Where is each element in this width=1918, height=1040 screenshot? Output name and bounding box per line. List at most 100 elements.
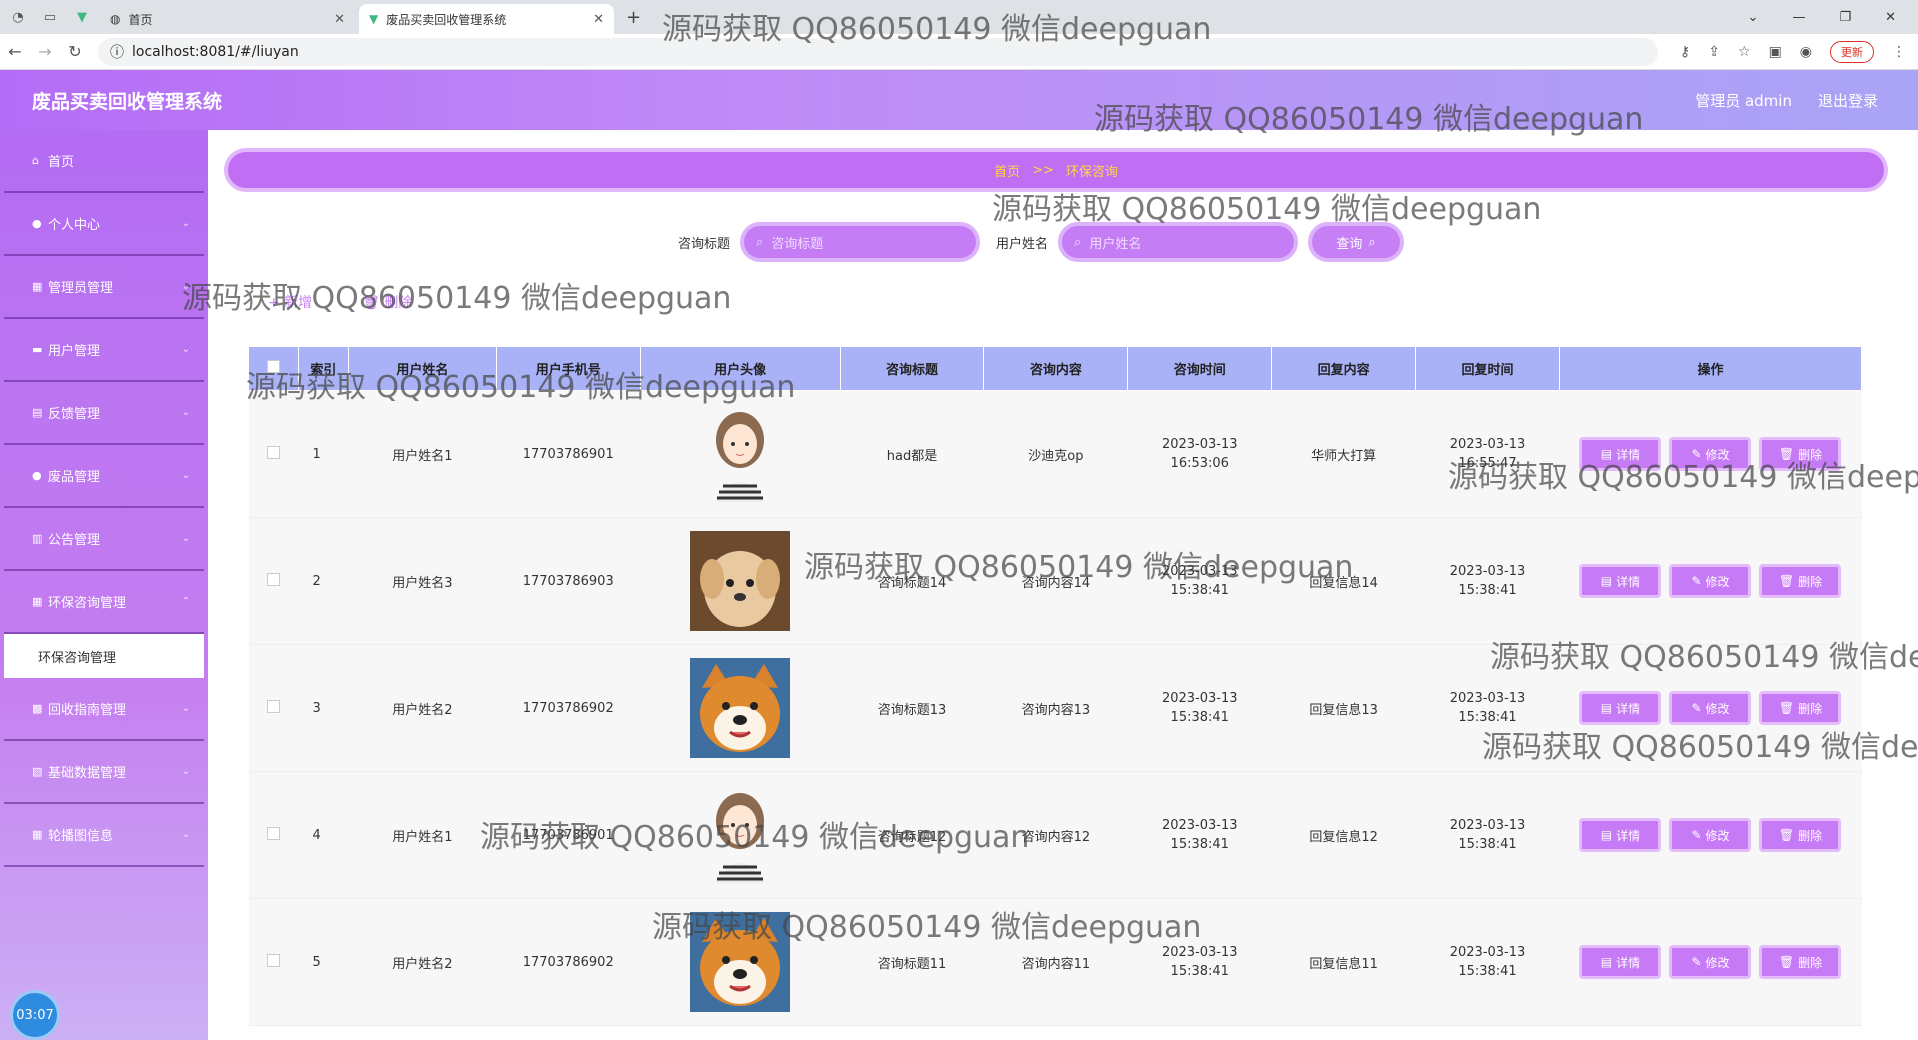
user-avatar (690, 785, 790, 885)
table-header: 用户手机号 (495, 346, 641, 391)
reload-icon[interactable]: ↻ (60, 42, 90, 61)
trash-icon: 🗑 (1778, 828, 1795, 842)
delete-button[interactable]: 🗑 删除 (1759, 945, 1842, 979)
sidebar-item-basedata[interactable]: ▧ 基础数据管理 ⌄ (4, 741, 204, 804)
close-icon[interactable]: ✕ (593, 12, 604, 27)
breadcrumb-home[interactable]: 首页 (994, 161, 1020, 180)
row-select-cell[interactable] (248, 898, 299, 1026)
profile-icon[interactable]: ◉ (1800, 44, 1812, 60)
table-actions: + 新增 🗑 删除 (268, 292, 412, 312)
detail-button[interactable]: ▤ 详情 (1579, 818, 1662, 852)
batch-delete-button[interactable]: 🗑 删除 (362, 292, 412, 312)
delete-button[interactable]: 🗑 删除 (1759, 564, 1842, 598)
row-checkbox[interactable] (266, 572, 280, 586)
menu-icon[interactable]: ⋮ (1892, 44, 1906, 60)
sidebar-item-admins[interactable]: ▦ 管理员管理 ⌄ (4, 256, 204, 319)
pencil-icon: ✎ (1691, 447, 1702, 461)
select-all-header[interactable] (248, 346, 299, 391)
delete-button[interactable]: 🗑 删除 (1759, 437, 1842, 471)
chevron-up-icon: ⌃ (181, 596, 190, 607)
edit-button[interactable]: ✎ 修改 (1669, 818, 1752, 852)
row-select-cell[interactable] (248, 644, 299, 772)
title-search-input[interactable]: ⌕ 咨询标题 (740, 222, 981, 262)
chevron-down-icon: ⌄ (181, 470, 190, 481)
consult-content-cell: 咨询内容12 (983, 771, 1128, 899)
delete-button[interactable]: 🗑 删除 (1759, 818, 1842, 852)
user-name-cell: 用户姓名2 (348, 644, 497, 772)
row-select-cell[interactable] (248, 517, 299, 645)
sidebar-item-guide[interactable]: ▩ 回收指南管理 ⌄ (4, 678, 204, 741)
row-checkbox[interactable] (266, 826, 280, 840)
delete-button-label: 删除 (1798, 828, 1823, 843)
search-icon: ⌕ (1368, 234, 1376, 250)
sidebar-item-users[interactable]: ▬ 用户管理 ⌄ (4, 319, 204, 382)
row-actions-cell: ▤ 详情 ✎ 修改 🗑 删除 (1559, 771, 1862, 899)
vue-icon[interactable]: ▼ (70, 5, 94, 29)
key-icon[interactable]: ⚷ (1680, 44, 1690, 60)
sidebar-item-profile[interactable]: ● 个人中心 ⌄ (4, 193, 204, 256)
edit-button[interactable]: ✎ 修改 (1669, 564, 1752, 598)
select-all-checkbox[interactable] (266, 360, 280, 373)
submenu-consult-manage[interactable]: 环保咨询管理 (4, 634, 204, 678)
consult-time-cell: 2023-03-13 15:38:41 (1127, 517, 1272, 645)
delete-button[interactable]: 🗑 删除 (1759, 691, 1842, 725)
row-checkbox[interactable] (266, 953, 280, 967)
update-button[interactable]: 更新 (1830, 40, 1875, 63)
blank-tab-icon[interactable]: ▭ (38, 5, 62, 29)
sidepanel-icon[interactable]: ▣ (1769, 44, 1782, 60)
star-icon[interactable]: ☆ (1738, 44, 1751, 60)
row-select-cell[interactable] (248, 390, 299, 518)
row-checkbox[interactable] (266, 699, 280, 713)
sidebar-item-notices[interactable]: ▥ 公告管理 ⌄ (4, 508, 204, 571)
add-button[interactable]: + 新增 (268, 292, 312, 312)
history-icon[interactable]: ◔ (6, 5, 30, 29)
row-checkbox[interactable] (266, 445, 280, 459)
detail-button-label: 详情 (1616, 828, 1641, 843)
user-name-cell: 用户姓名1 (348, 390, 497, 518)
delete-button-label: 删除 (1798, 701, 1823, 716)
detail-button[interactable]: ▤ 详情 (1579, 945, 1662, 979)
edit-button[interactable]: ✎ 修改 (1669, 691, 1752, 725)
browser-tab-app[interactable]: ▼ 废品买卖回收管理系统 ✕ (359, 4, 614, 34)
url-field[interactable]: ⓘ localhost:8081/#/liuyan (98, 37, 1658, 66)
chevron-down-icon: ⌄ (181, 407, 190, 418)
sidebar-item-waste[interactable]: ● 废品管理 ⌄ (4, 445, 204, 508)
back-icon[interactable]: ← (0, 42, 30, 61)
app-title: 废品买卖回收管理系统 (32, 90, 223, 113)
close-icon[interactable]: ✕ (334, 12, 345, 27)
delete-button-label: 删除 (1798, 955, 1823, 970)
sidebar-item-home[interactable]: ⌂ 首页 (4, 130, 204, 193)
detail-button[interactable]: ▤ 详情 (1579, 564, 1662, 598)
detail-button[interactable]: ▤ 详情 (1579, 437, 1662, 471)
restore-icon[interactable]: ❐ (1839, 10, 1851, 25)
chevron-down-icon: ⌄ (181, 766, 190, 777)
detail-button[interactable]: ▤ 详情 (1579, 691, 1662, 725)
forward-icon[interactable]: → (30, 42, 60, 61)
edit-button[interactable]: ✎ 修改 (1669, 437, 1752, 471)
edit-button[interactable]: ✎ 修改 (1669, 945, 1752, 979)
trash-icon: 🗑 (1778, 447, 1795, 461)
minimize-icon[interactable]: — (1792, 10, 1805, 25)
name-search-input[interactable]: ⌕ 用户姓名 (1058, 222, 1299, 262)
row-actions-cell: ▤ 详情 ✎ 修改 🗑 删除 (1559, 390, 1862, 518)
table-header: 回复时间 (1415, 346, 1560, 391)
share-icon[interactable]: ⇪ (1708, 44, 1720, 60)
app-header: 废品买卖回收管理系统 管理员 admin 退出登录 (0, 70, 1918, 130)
sidebar-item-consult[interactable]: ▦ 环保咨询管理 ⌃ (4, 571, 204, 634)
user-name-cell: 用户姓名3 (348, 517, 497, 645)
search-icon: ⌕ (1074, 234, 1082, 250)
trash-icon: 🗑 (1778, 574, 1795, 588)
logout-link[interactable]: 退出登录 (1818, 90, 1878, 111)
browser-tab-home[interactable]: ◍ 首页 ✕ (100, 4, 355, 34)
query-button[interactable]: 查询 ⌕ (1308, 222, 1405, 262)
chevron-down-icon[interactable]: ⌄ (1748, 10, 1759, 25)
sidebar-item-feedback[interactable]: ▤ 反馈管理 ⌄ (4, 382, 204, 445)
close-window-icon[interactable]: ✕ (1885, 10, 1896, 25)
chat-icon: ▬ (32, 343, 43, 356)
sidebar-item-carousel[interactable]: ▦ 轮播图信息 ⌄ (4, 804, 204, 867)
info-icon: ⓘ (110, 44, 124, 61)
globe-icon: ◍ (110, 12, 121, 26)
new-tab-icon[interactable]: + (626, 7, 641, 28)
row-select-cell[interactable] (248, 771, 299, 899)
sidebar-item-label: 用户管理 (48, 344, 101, 359)
